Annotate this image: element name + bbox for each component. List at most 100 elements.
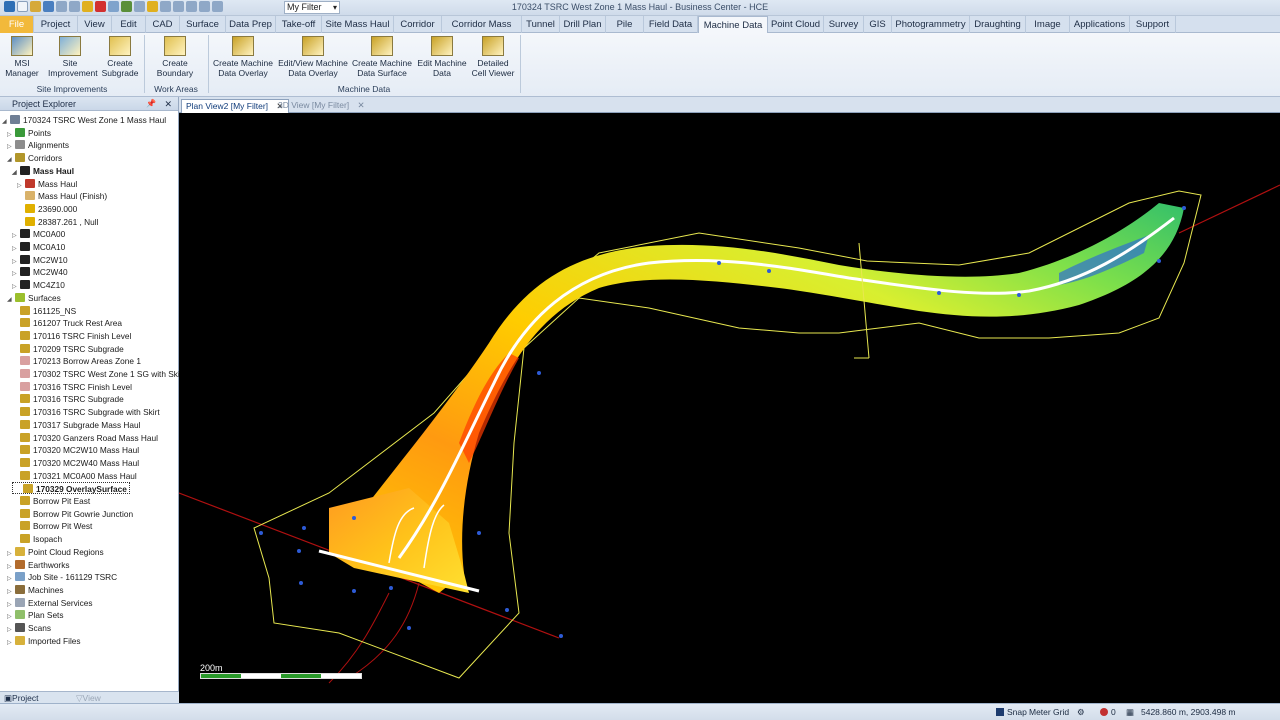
grid-toggle[interactable]: Grid	[1053, 704, 1069, 720]
expand-arrow-icon[interactable]: ▷	[7, 637, 15, 649]
tree-node-icon	[20, 343, 30, 353]
tab-corridor-mass-haul[interactable]: Corridor Mass Haul	[442, 16, 522, 47]
tree-node-label: External Services	[28, 597, 93, 608]
tree-node[interactable]: Borrow Pit East	[12, 495, 90, 507]
tree-node[interactable]: Isopach	[12, 533, 62, 545]
tab-gis[interactable]: GIS	[864, 16, 892, 33]
doc-tab-3d-view[interactable]: 3D View [My Filter] ✕	[274, 99, 369, 113]
edit-view-machine-data-overlay-button[interactable]: Edit/View Machine Data Overlay	[278, 35, 348, 78]
tree-node[interactable]: 23690.000	[17, 203, 77, 215]
tree-node[interactable]: ▷ Scans	[7, 622, 51, 634]
tree-node[interactable]: 170316 TSRC Subgrade with Skirt	[12, 406, 160, 418]
tree-node[interactable]: 170316 TSRC Finish Level	[12, 381, 132, 393]
tree-node[interactable]: 170116 TSRC Finish Level	[12, 330, 131, 342]
tree-node[interactable]: Mass Haul (Finish)	[17, 190, 107, 202]
close-icon[interactable]: ✕	[164, 97, 172, 111]
tree-node[interactable]: ▷ MC4Z10	[12, 279, 65, 291]
tree-node[interactable]: ▷ Earthworks	[7, 559, 70, 571]
tab-field-data[interactable]: Field Data	[644, 16, 698, 33]
plan-view-viewport[interactable]: 200m	[179, 113, 1280, 703]
tree-node[interactable]: Borrow Pit West	[12, 520, 92, 532]
tree-node[interactable]: 170320 MC2W10 Mass Haul	[12, 444, 139, 456]
tree-node[interactable]: ▷ External Services	[7, 597, 93, 609]
tree-node[interactable]: 170209 TSRC Subgrade	[12, 343, 124, 355]
tab-drill-plan[interactable]: Drill Plan	[560, 16, 606, 33]
create-machine-data-overlay-button[interactable]: Create Machine Data Overlay	[212, 35, 274, 78]
tree-node[interactable]: ◢ Corridors	[7, 152, 62, 164]
tree-node[interactable]: 161207 Truck Rest Area	[12, 317, 122, 329]
tab-file[interactable]: File	[0, 16, 34, 33]
tree-node[interactable]: ▷ MC2W10	[12, 254, 68, 266]
tree-node[interactable]: ◢ Surfaces	[7, 292, 61, 304]
tab-image[interactable]: Image	[1026, 16, 1070, 33]
tab-applications[interactable]: Applications	[1070, 16, 1130, 33]
tree-node[interactable]: ▷ MC0A00	[12, 228, 65, 240]
tab-corridor[interactable]: Corridor	[394, 16, 442, 33]
msi-manager-button[interactable]: MSI Manager	[2, 35, 42, 78]
tree-node-icon	[10, 115, 20, 124]
tree-node[interactable]: ▷ Alignments	[7, 139, 69, 151]
detailed-cell-viewer-button[interactable]: Detailed Cell Viewer	[468, 35, 518, 78]
tab-photogrammetry[interactable]: Photogrammetry	[892, 16, 970, 33]
tree-node[interactable]: 170317 Subgrade Mass Haul	[12, 419, 140, 431]
tab-view[interactable]: View	[78, 16, 112, 33]
tree-node[interactable]: 170320 Ganzers Road Mass Haul	[12, 432, 158, 444]
tree-node-icon	[15, 610, 25, 620]
units-toggle[interactable]: Meter	[1029, 704, 1051, 720]
site-improvement-button[interactable]: Site Improvement	[48, 35, 98, 78]
tree-node-icon	[25, 216, 35, 226]
create-subgrade-button[interactable]: Create Subgrade	[100, 35, 140, 78]
tree-node[interactable]: ▷ Imported Files	[7, 635, 81, 647]
document-tabs: Plan View2 [My Filter] ✕ 3D View [My Fil…	[179, 97, 1280, 113]
tree-node-label: Mass Haul	[33, 165, 75, 176]
tab-data-prep[interactable]: Data Prep	[226, 16, 276, 33]
tree-node[interactable]: ▷ Plan Sets	[7, 609, 64, 621]
tree-node[interactable]: 161125_NS	[12, 305, 76, 317]
tab-project[interactable]: Project	[34, 16, 78, 33]
tree-node[interactable]: 170316 TSRC Subgrade	[12, 393, 124, 405]
tree-node[interactable]: ▷ Machines	[7, 584, 64, 596]
tab-machine-data[interactable]: Machine Data	[698, 16, 768, 34]
tree-node[interactable]: ▷ MC0A10	[12, 241, 65, 253]
tree-node-label: 170316 TSRC Subgrade	[33, 394, 124, 405]
tab-tunnel[interactable]: Tunnel	[522, 16, 560, 33]
tree-node[interactable]: 28387.261 , Null	[17, 216, 98, 228]
tab-pile-plan[interactable]: Pile Plan	[606, 16, 644, 47]
tab-support[interactable]: Support	[1130, 16, 1176, 33]
tab-take-off[interactable]: Take-off	[276, 16, 322, 33]
tree-node-icon	[20, 419, 30, 429]
tree-node[interactable]: 170321 MC0A00 Mass Haul	[12, 470, 137, 482]
tab-surface[interactable]: Surface	[180, 16, 226, 33]
tab-edit[interactable]: Edit	[112, 16, 146, 33]
create-machine-data-surface-button[interactable]: Create Machine Data Surface	[350, 35, 414, 78]
layout-icon[interactable]: ▦	[1126, 704, 1134, 720]
close-tab-icon[interactable]: ✕	[358, 100, 365, 110]
tree-node[interactable]: ▷ Point Cloud Regions	[7, 546, 104, 558]
edit-machine-data-label-line: Data	[433, 68, 451, 78]
tree-node[interactable]: ▷ Mass Haul	[17, 178, 77, 190]
tree-node[interactable]: ▷ Job Site - 161129 TSRC	[7, 571, 117, 583]
tree-node[interactable]: 170329 OverlaySurface	[12, 482, 130, 495]
tree-node[interactable]: 170213 Borrow Areas Zone 1	[12, 355, 141, 367]
tab-point-cloud[interactable]: Point Cloud	[768, 16, 824, 33]
tree-node[interactable]: 170302 TSRC West Zone 1 SG with Skirt	[12, 368, 185, 380]
pin-icon[interactable]: 📌	[146, 97, 156, 111]
create-boundary-button[interactable]: Create Boundary	[152, 35, 198, 78]
ribbon-group-label: Site Improvements	[36, 84, 108, 94]
tree-node[interactable]: ▷ Points	[7, 127, 51, 139]
tab-site-mass-haul[interactable]: Site Mass Haul	[322, 16, 394, 33]
tree-node[interactable]: ◢ 170324 TSRC West Zone 1 Mass Haul	[2, 114, 166, 126]
tree-node[interactable]: 170320 MC2W40 Mass Haul	[12, 457, 139, 469]
error-count[interactable]: 0	[1100, 704, 1116, 720]
settings-icon[interactable]: ⚙	[1077, 704, 1085, 720]
tree-node[interactable]: Borrow Pit Gowrie Junction	[12, 508, 133, 520]
tab-draughting[interactable]: Draughting	[970, 16, 1026, 33]
tree-node-label: 170316 TSRC Finish Level	[33, 381, 133, 392]
doc-tab-plan-view[interactable]: Plan View2 [My Filter] ✕	[181, 99, 289, 113]
snap-toggle[interactable]: Snap	[996, 704, 1027, 720]
tree-node[interactable]: ◢ Mass Haul	[12, 165, 74, 177]
tab-cad[interactable]: CAD	[146, 16, 180, 33]
tab-survey[interactable]: Survey	[824, 16, 864, 33]
edit-machine-data-button[interactable]: Edit Machine Data	[416, 35, 468, 78]
tree-node[interactable]: ▷ MC2W40	[12, 266, 68, 278]
